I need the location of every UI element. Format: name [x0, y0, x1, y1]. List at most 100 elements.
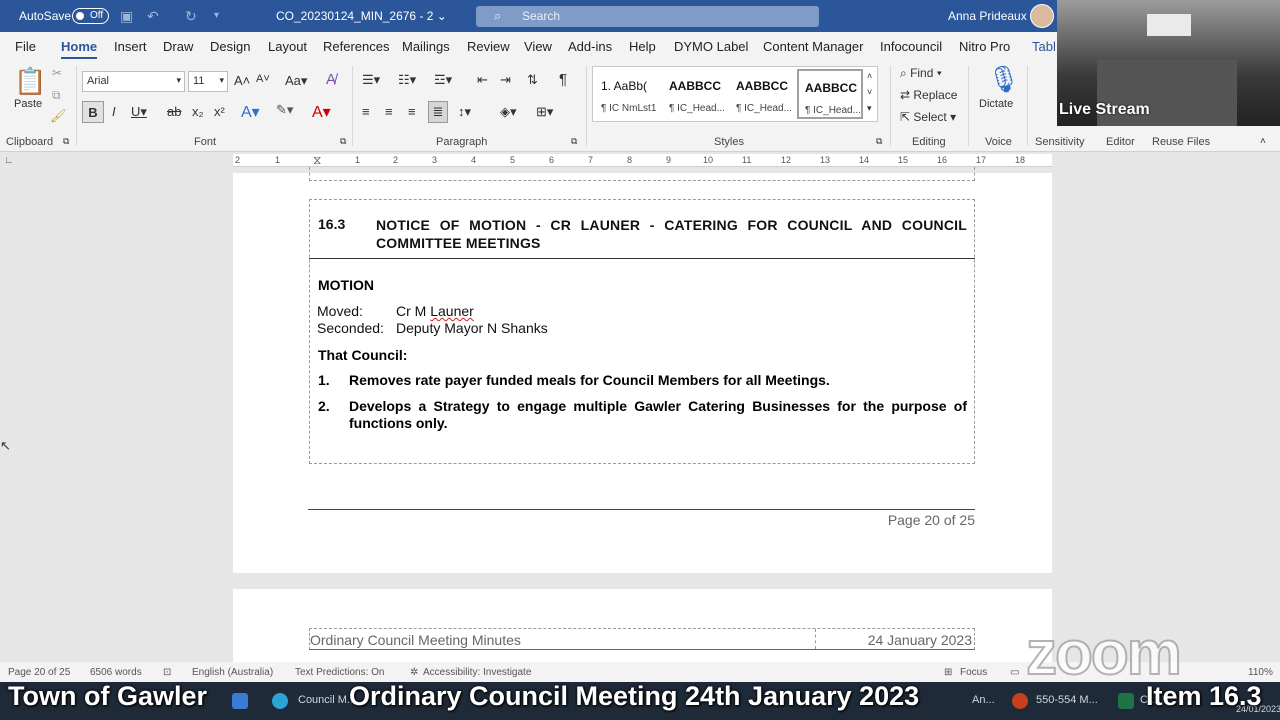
status-page[interactable]: Page 20 of 25: [8, 667, 70, 678]
borders-icon[interactable]: ⊞▾: [536, 104, 553, 120]
multilevel-list-icon[interactable]: ☲▾: [434, 72, 452, 88]
styles-launcher-icon[interactable]: ⧉: [876, 136, 882, 147]
customize-qat-icon[interactable]: ▾: [214, 10, 219, 21]
avatar[interactable]: [1030, 4, 1054, 28]
save-icon[interactable]: ▣: [120, 8, 133, 25]
copy-icon[interactable]: ⧉: [52, 88, 61, 103]
show-formatting-icon[interactable]: ¶: [559, 71, 567, 88]
replace-button[interactable]: ⇄ Replace: [900, 88, 957, 102]
select-button[interactable]: ⇱ Select ▾: [900, 110, 956, 124]
tab-add-ins[interactable]: Add-ins: [568, 39, 612, 54]
style-item[interactable]: AABBCC ¶ IC_Head...: [730, 69, 796, 119]
clear-formatting-icon[interactable]: A̸: [326, 71, 336, 88]
tab-dymo-label[interactable]: DYMO Label: [674, 39, 748, 54]
horizontal-ruler[interactable]: 2 1 ⧖ 1 2 3 4 5 6 7 8 9 10 11 12 13 14 1…: [233, 153, 1052, 168]
taskbar-item[interactable]: Council M...: [298, 694, 356, 706]
redo-icon[interactable]: ↻: [185, 8, 197, 25]
excel-icon[interactable]: [1118, 693, 1134, 709]
tab-layout[interactable]: Layout: [268, 39, 307, 54]
scroll-down-icon[interactable]: ˅: [867, 87, 872, 97]
grow-font-icon[interactable]: A˄: [234, 73, 250, 88]
text-effects-icon[interactable]: A▾: [241, 102, 260, 122]
paste-icon[interactable]: 📋: [14, 66, 46, 97]
justify-icon[interactable]: ≣: [428, 101, 448, 123]
tab-table[interactable]: Tabl: [1032, 39, 1056, 54]
style-item-selected[interactable]: AABBCC ¶ IC_Head...: [797, 69, 863, 119]
tab-draw[interactable]: Draw: [163, 39, 193, 54]
status-accessibility[interactable]: Accessibility: Investigate: [423, 667, 531, 678]
sensitivity-group-label[interactable]: Sensitivity: [1035, 136, 1085, 148]
dictate-label[interactable]: Dictate: [979, 98, 1013, 110]
tab-infocouncil[interactable]: Infocouncil: [880, 39, 942, 54]
highlighter-icon[interactable]: ✎▾: [276, 102, 293, 118]
undo-icon[interactable]: ↶: [147, 8, 159, 25]
clipboard-launcher-icon[interactable]: ⧉: [63, 136, 69, 147]
font-launcher-icon[interactable]: ⧉: [340, 136, 346, 147]
tab-design[interactable]: Design: [210, 39, 250, 54]
underline-button[interactable]: U▾: [131, 104, 147, 120]
align-center-icon[interactable]: ≡: [385, 104, 393, 119]
increase-indent-icon[interactable]: ⇥: [500, 72, 511, 88]
align-right-icon[interactable]: ≡: [408, 104, 416, 119]
reuse-files-group-label[interactable]: Reuse Files: [1152, 136, 1210, 148]
taskbar-item[interactable]: 550-554 M...: [1036, 694, 1098, 706]
font-name-box[interactable]: Arial ▾: [82, 71, 185, 92]
bullets-icon[interactable]: ☰▾: [362, 72, 380, 88]
tab-home[interactable]: Home: [61, 39, 98, 59]
sort-icon[interactable]: ⇅: [527, 72, 538, 88]
status-words[interactable]: 6506 words: [90, 667, 142, 678]
tab-help[interactable]: Help: [629, 39, 656, 54]
style-item[interactable]: AABBCC ¶ IC_Head...: [663, 69, 729, 119]
strikethrough-button[interactable]: ab: [167, 104, 181, 119]
shrink-font-icon[interactable]: A˅: [256, 73, 270, 85]
status-zoom[interactable]: 110%: [1248, 667, 1273, 678]
indent-marker-icon[interactable]: ⧖: [313, 153, 321, 168]
tab-content-manager[interactable]: Content Manager: [763, 39, 863, 54]
align-left-icon[interactable]: ≡: [362, 104, 370, 119]
tab-file[interactable]: File: [15, 39, 36, 54]
paste-label[interactable]: Paste: [14, 98, 42, 110]
numbering-icon[interactable]: ☷▾: [398, 72, 416, 88]
tab-references[interactable]: References: [323, 39, 389, 54]
format-painter-icon[interactable]: 🖌: [50, 108, 67, 124]
edge-icon[interactable]: [272, 693, 288, 709]
read-mode-icon[interactable]: ▭: [1010, 667, 1019, 678]
motion-heading: MOTION: [318, 277, 374, 293]
italic-button[interactable]: I: [112, 104, 116, 119]
document-name[interactable]: CO_20230124_MIN_2676 - 2 ⌄: [276, 9, 447, 23]
proofing-icon[interactable]: ⊡: [163, 667, 171, 678]
tab-selector-icon[interactable]: ∟: [4, 155, 14, 166]
status-focus[interactable]: Focus: [960, 667, 987, 678]
tab-view[interactable]: View: [524, 39, 552, 54]
search-box[interactable]: ⌕ Search: [476, 6, 819, 27]
user-name[interactable]: Anna Prideaux: [948, 9, 1027, 23]
paragraph-launcher-icon[interactable]: ⧉: [571, 136, 577, 147]
font-size-box[interactable]: 11 ▾: [188, 71, 228, 92]
autosave-toggle[interactable]: Off: [72, 8, 109, 24]
status-predictions[interactable]: Text Predictions: On: [295, 667, 384, 678]
editor-group-label[interactable]: Editor: [1106, 136, 1135, 148]
shading-icon[interactable]: ◈▾: [500, 104, 517, 120]
style-item[interactable]: 1. AaBb( ¶ IC NmLst1: [595, 69, 661, 119]
more-styles-icon[interactable]: ▾: [867, 103, 872, 114]
status-language[interactable]: English (Australia): [192, 667, 273, 678]
tab-insert[interactable]: Insert: [114, 39, 147, 54]
collapse-ribbon-icon[interactable]: ˄: [1260, 136, 1266, 147]
mail-icon[interactable]: [232, 693, 248, 709]
scroll-up-icon[interactable]: ˄: [867, 71, 872, 81]
microphone-icon[interactable]: 🎙: [987, 64, 1020, 95]
cut-icon[interactable]: ✂: [52, 66, 62, 80]
tab-review[interactable]: Review: [467, 39, 510, 54]
change-case-icon[interactable]: Aa▾: [285, 73, 307, 89]
decrease-indent-icon[interactable]: ⇤: [477, 72, 488, 88]
taskbar-item[interactable]: An...: [972, 694, 995, 706]
powerpoint-icon[interactable]: [1012, 693, 1028, 709]
bold-button[interactable]: B: [82, 101, 104, 123]
find-button[interactable]: ⌕ Find ▾: [900, 66, 942, 81]
subscript-button[interactable]: x₂: [192, 104, 204, 119]
superscript-button[interactable]: x²: [214, 104, 225, 119]
font-color-icon[interactable]: A▾: [312, 102, 331, 122]
tab-nitro-pro[interactable]: Nitro Pro: [959, 39, 1010, 54]
line-spacing-icon[interactable]: ↕▾: [458, 104, 471, 120]
tab-mailings[interactable]: Mailings: [402, 39, 450, 54]
